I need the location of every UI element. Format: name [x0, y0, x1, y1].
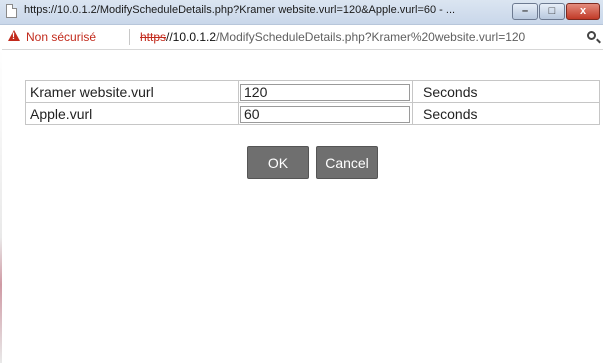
close-button[interactable]: x: [566, 3, 600, 20]
window-left-edge: [0, 49, 2, 363]
maximize-button[interactable]: □: [539, 3, 565, 20]
address-bar[interactable]: ! Non sécurisé https//10.0.1.2/ModifySch…: [0, 25, 603, 50]
unit-label: Seconds: [412, 80, 600, 103]
zoom-icon[interactable]: [587, 31, 596, 40]
address-separator: [129, 29, 130, 45]
minimize-button[interactable]: –: [512, 3, 538, 20]
table-row: Apple.vurl Seconds: [25, 102, 600, 125]
url-path: /ModifyScheduleDetails.php?Kramer%20webs…: [216, 30, 526, 44]
schedule-item-name: Apple.vurl: [25, 102, 239, 125]
url-host: //10.0.1.2: [166, 30, 217, 44]
page-icon: [6, 4, 17, 18]
security-label[interactable]: Non sécurisé: [26, 30, 96, 44]
window-title: https://10.0.1.2/ModifyScheduleDetails.p…: [24, 4, 456, 16]
duration-input[interactable]: [240, 83, 410, 101]
schedule-item-name: Kramer website.vurl: [25, 80, 239, 103]
schedule-table: Kramer website.vurl Seconds Apple.vurl S…: [25, 80, 600, 125]
url-scheme: https: [140, 30, 167, 44]
schedule-value-cell: [238, 102, 413, 125]
ok-button[interactable]: OK: [247, 146, 309, 179]
cancel-button[interactable]: Cancel: [316, 146, 378, 179]
warning-icon: !: [8, 30, 20, 41]
unit-label: Seconds: [412, 102, 600, 125]
table-row: Kramer website.vurl Seconds: [25, 80, 600, 103]
url-text[interactable]: https//10.0.1.2/ModifyScheduleDetails.ph…: [140, 30, 582, 44]
schedule-value-cell: [238, 80, 413, 103]
duration-input[interactable]: [240, 105, 410, 123]
window-title-bar: https://10.0.1.2/ModifyScheduleDetails.p…: [0, 0, 603, 25]
